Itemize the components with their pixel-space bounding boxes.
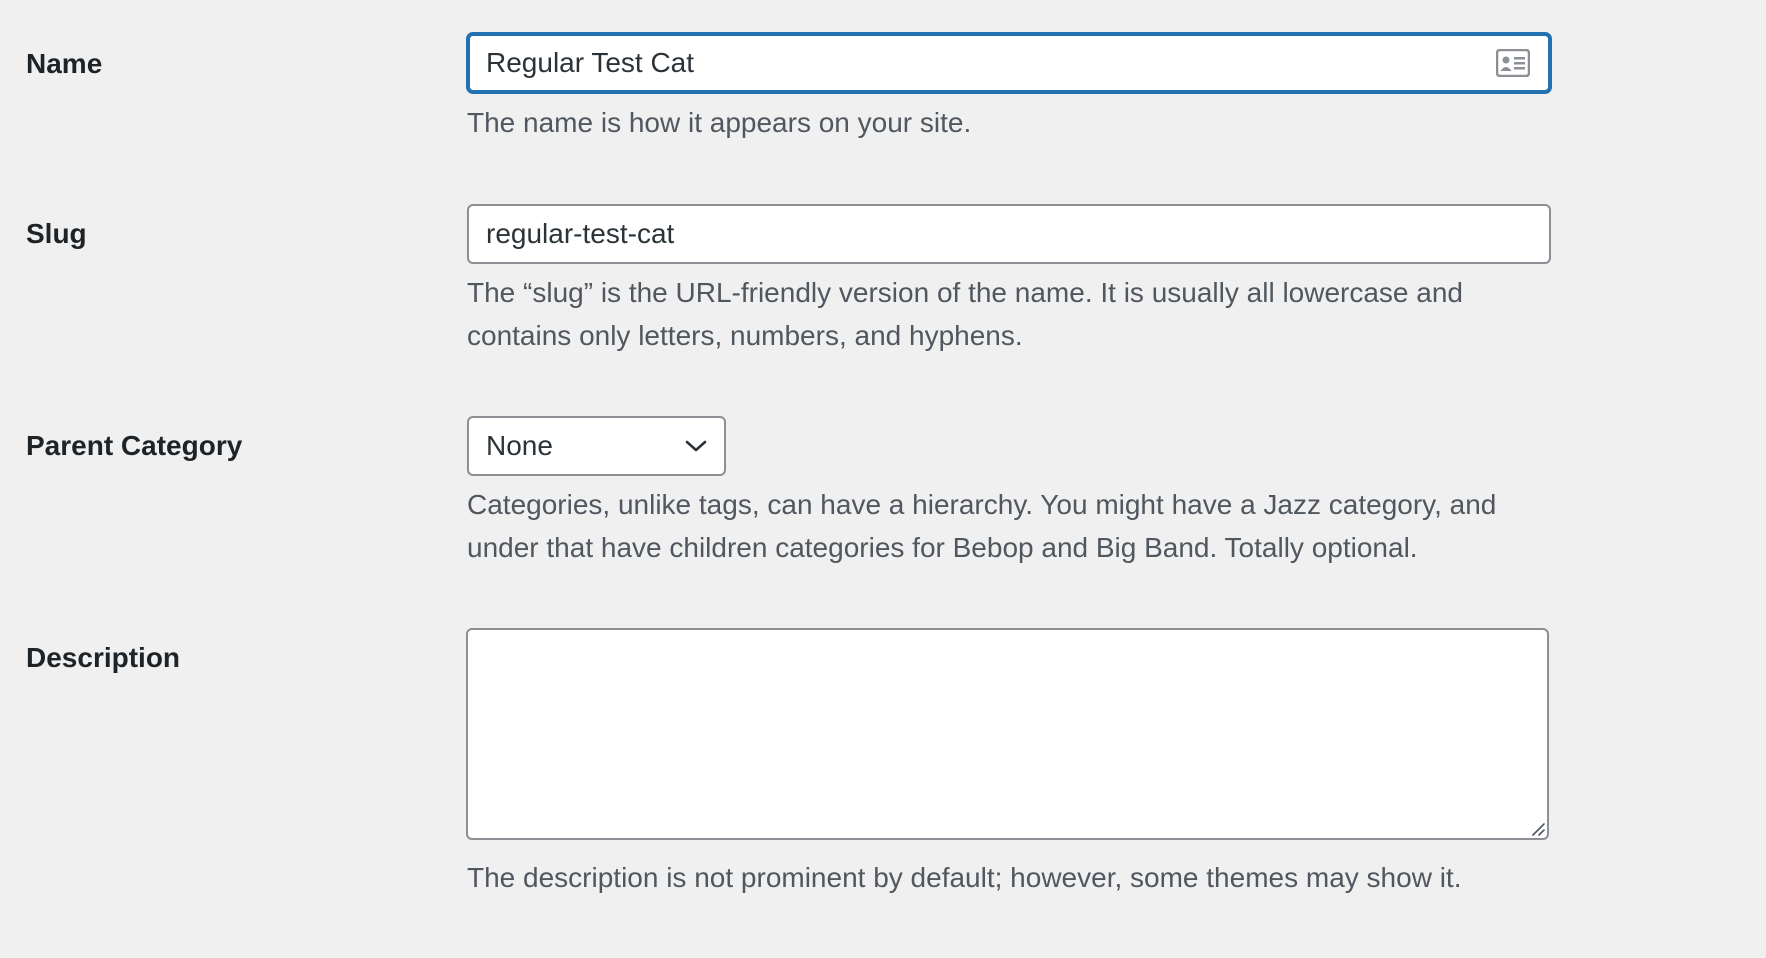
parent-category-label: Parent Category [26, 430, 243, 461]
slug-input-value: regular-test-cat [486, 218, 675, 249]
parent-category-select[interactable]: None [467, 416, 726, 476]
resize-handle-icon[interactable] [1529, 820, 1545, 836]
description-textarea[interactable] [466, 628, 1549, 840]
contact-card-icon[interactable] [1496, 49, 1530, 77]
name-input-value: Regular Test Cat [486, 47, 695, 78]
name-help-text: The name is how it appears on your site. [467, 107, 972, 138]
chevron-down-icon [685, 440, 707, 452]
name-input[interactable]: Regular Test Cat [467, 33, 1551, 93]
parent-category-help-text: Categories, unlike tags, can have a hier… [467, 489, 1497, 563]
parent-category-selected: None [486, 430, 553, 461]
description-label: Description [26, 642, 181, 673]
slug-input[interactable]: regular-test-cat [467, 204, 1551, 264]
description-help-text: The description is not prominent by defa… [467, 862, 1462, 893]
slug-label: Slug [26, 218, 87, 249]
slug-help-text: The “slug” is the URL-friendly version o… [467, 277, 1463, 351]
name-label: Name [26, 48, 103, 79]
